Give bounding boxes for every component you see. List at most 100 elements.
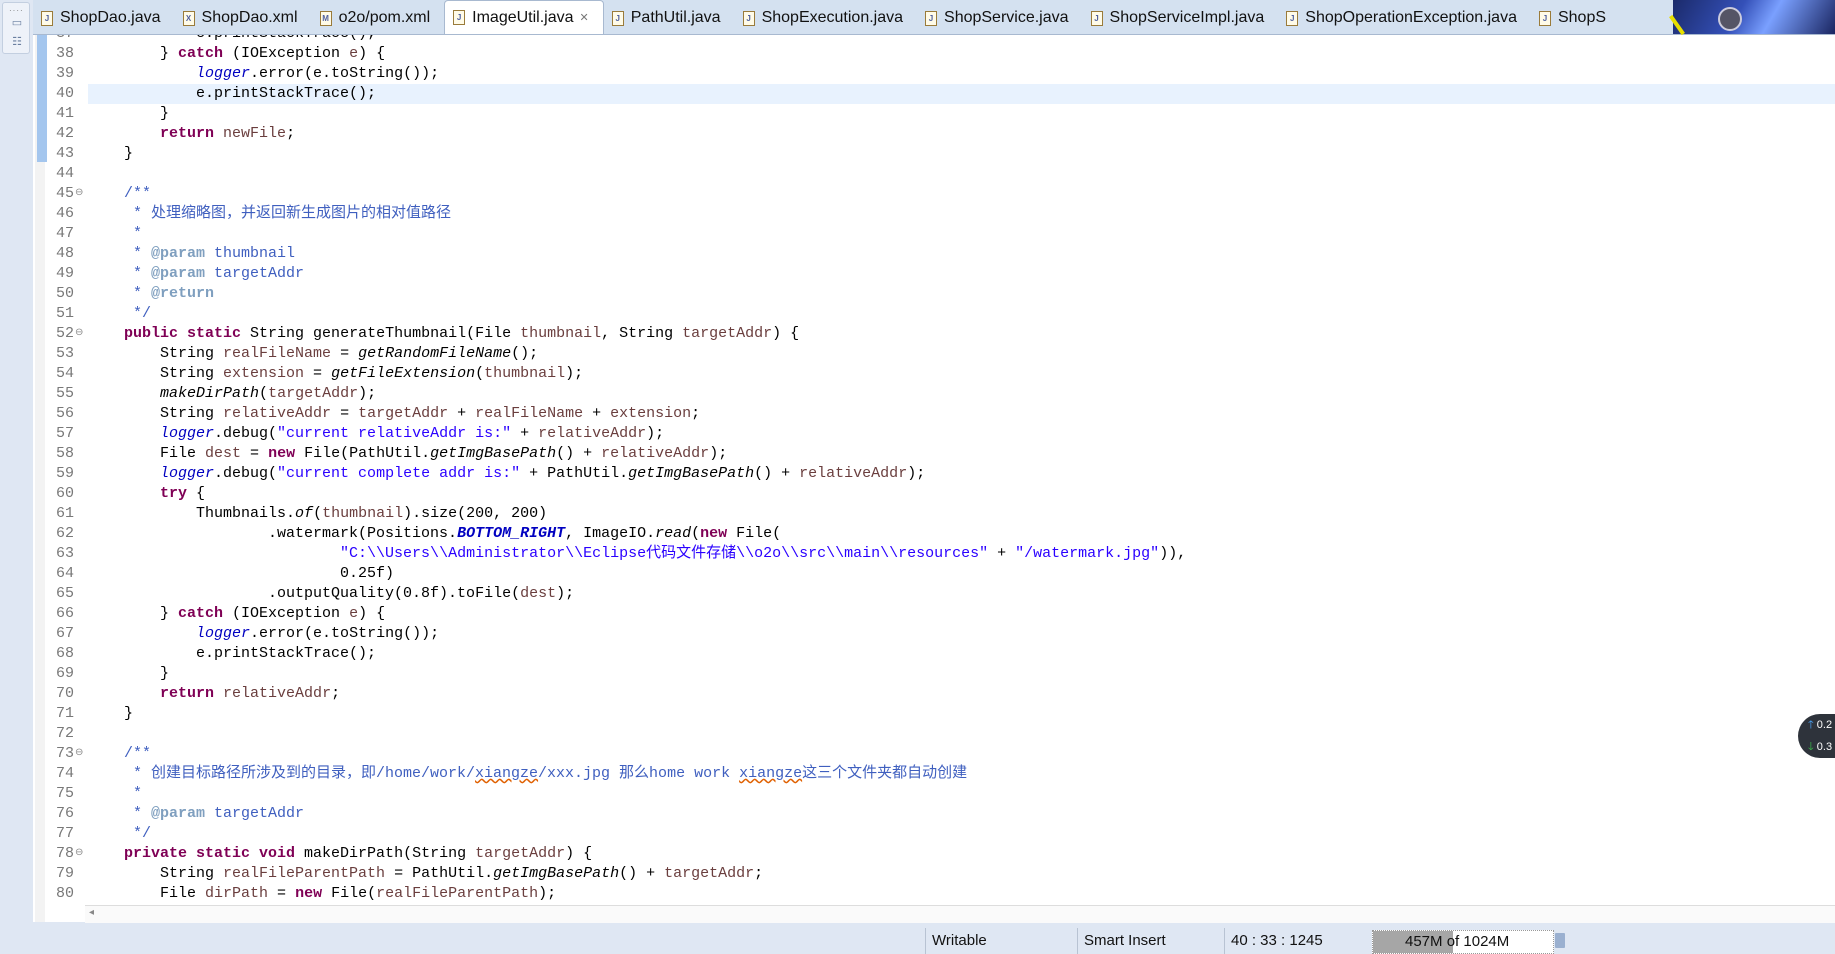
java-file-icon: J	[925, 10, 938, 26]
tab-shopserviceimpl-java[interactable]: J ShopServiceImpl.java	[1083, 2, 1279, 34]
token-cu: xiangze	[475, 765, 539, 782]
line-number: 64	[55, 565, 74, 582]
token-f: logger	[160, 425, 215, 442]
upload-speed: 0.2	[1816, 719, 1833, 731]
token-p: makeDirPath(String	[295, 845, 476, 862]
java-file-icon: J	[41, 10, 53, 26]
line-number: 37	[33, 35, 74, 44]
token-c: /xxx.jpg 那么home work	[538, 765, 740, 782]
restore-icon[interactable]: ▭	[11, 17, 23, 29]
token-p	[88, 485, 160, 502]
code-line: 53 String realFileName = getRandomFileNa…	[33, 344, 1835, 364]
code-line: 40 e.printStackTrace();	[33, 84, 1835, 104]
token-v: dest	[520, 585, 557, 602]
token-p: }	[88, 105, 170, 122]
token-c: * 处理缩略图，并返回新生成图片的相对值路径	[88, 205, 452, 222]
token-k: return	[160, 125, 215, 142]
code-text: logger.debug("current complete addr is:"…	[88, 464, 1835, 484]
code-text: e.printStackTrace();	[88, 84, 1835, 104]
token-p: File	[88, 885, 206, 902]
token-p	[88, 625, 196, 642]
token-p: =	[331, 405, 359, 422]
heap-status[interactable]: 457M of 1024M	[1372, 930, 1554, 954]
tab-shopexecution-java[interactable]: J ShopExecution.java	[735, 2, 917, 34]
token-v: realFileName	[223, 345, 332, 362]
garbage-collect-icon[interactable]	[1555, 933, 1565, 948]
token-p: );	[556, 585, 575, 602]
line-number: 72	[55, 725, 74, 742]
code-line: 74 * 创建目标路径所涉及到的目录，即/home/work/xiangze/x…	[33, 764, 1835, 784]
drag-handle[interactable]: ····	[9, 6, 24, 15]
token-p: File(	[322, 885, 377, 902]
code-line: 57 logger.debug("current relativeAddr is…	[33, 424, 1835, 444]
code-text: /**	[88, 184, 1835, 204]
line-number: 48	[55, 245, 74, 262]
fold-toggle-icon[interactable]: ⊖	[75, 744, 83, 764]
token-v: thumbnail	[322, 505, 404, 522]
token-p: e.printStackTrace();	[88, 645, 377, 662]
tab-shopoperationexception-java[interactable]: J ShopOperationException.java	[1278, 2, 1531, 34]
scroll-left-icon[interactable]: ◂	[89, 907, 94, 918]
code-text: 0.25f)	[88, 564, 1835, 584]
outline-view-icon[interactable]: ☷	[11, 36, 23, 48]
fold-toggle-icon[interactable]: ⊖	[75, 184, 83, 204]
token-p: =	[331, 345, 359, 362]
token-p: =	[241, 445, 269, 462]
token-p: e.printStackTrace();	[88, 85, 377, 102]
code-text: }	[88, 664, 1835, 684]
token-p: (	[691, 525, 701, 542]
code-text: private static void makeDirPath(String t…	[88, 844, 1835, 864]
token-p: String	[88, 345, 224, 362]
tab-shops[interactable]: J ShopS	[1531, 2, 1620, 34]
tab-imageutil-java[interactable]: J ImageUtil.java ✕	[444, 0, 604, 34]
java-file-icon: J	[1090, 10, 1103, 26]
line-number: 44	[55, 165, 74, 182]
code-text: return relativeAddr;	[88, 684, 1835, 704]
code-line: 75 *	[33, 784, 1835, 804]
token-t: @param	[151, 245, 206, 262]
minimized-views: ···· ▭ ☷	[2, 2, 30, 54]
token-v: relativeAddr	[223, 685, 332, 702]
code-text: }	[88, 104, 1835, 124]
cursor-position: 40 : 33 : 1245	[1224, 928, 1371, 954]
heap-text: 457M of 1024M	[1373, 931, 1553, 953]
horizontal-scrollbar[interactable]: ◂	[85, 905, 1835, 923]
token-m: getFileExtension	[331, 365, 476, 382]
code-text: try {	[88, 484, 1835, 504]
tab-shopservice-java[interactable]: J ShopService.java	[917, 2, 1083, 34]
java-file-icon: J	[742, 10, 755, 26]
token-p: );	[646, 425, 665, 442]
token-v: targetAddr	[682, 325, 773, 342]
token-s: "current relativeAddr is:"	[277, 425, 512, 442]
token-p	[88, 545, 340, 562]
token-p: );	[538, 885, 557, 902]
token-cu: xiangze	[739, 765, 803, 782]
code-line: 71 }	[33, 704, 1835, 724]
fold-toggle-icon[interactable]: ⊖	[75, 324, 83, 344]
code-text: e.printStackTrace();	[88, 644, 1835, 664]
code-text: File dest = new File(PathUtil.getImgBase…	[88, 444, 1835, 464]
network-speed-widget: 🡑 0.2 🡓 0.3	[1798, 714, 1835, 758]
code-editor[interactable]: 37 e.printStackTrace();38 } catch (IOExc…	[33, 35, 1835, 922]
line-number: 69	[55, 665, 74, 682]
line-number: 66	[55, 605, 74, 622]
fold-toggle-icon[interactable]: ⊖	[75, 844, 83, 864]
token-k: private static void	[124, 845, 296, 862]
token-p: ;	[691, 405, 701, 422]
memory-total: of 1024M	[1446, 933, 1510, 950]
token-p	[88, 845, 124, 862]
token-p: .error(e.toString());	[250, 65, 440, 82]
code-text: * 创建目标路径所涉及到的目录，即/home/work/xiangze/xxx.…	[88, 764, 1835, 784]
line-number: 65	[55, 585, 74, 602]
tab-shopdao-xml[interactable]: X ShopDao.xml	[175, 2, 312, 34]
code-line: 67 logger.error(e.toString());	[33, 624, 1835, 644]
token-v: realFileName	[475, 405, 584, 422]
close-tab-icon[interactable]: ✕	[580, 11, 589, 24]
tab-shopdao-java[interactable]: J ShopDao.java	[33, 2, 175, 34]
tab-pathutil-java[interactable]: J PathUtil.java	[604, 2, 735, 34]
token-p: String	[88, 405, 224, 422]
code-line: 50 * @return	[33, 284, 1835, 304]
line-number: 50	[55, 285, 74, 302]
tab-o2o-pom-xml[interactable]: Mo2o/pom.xml	[312, 2, 445, 34]
token-f: logger	[160, 465, 215, 482]
